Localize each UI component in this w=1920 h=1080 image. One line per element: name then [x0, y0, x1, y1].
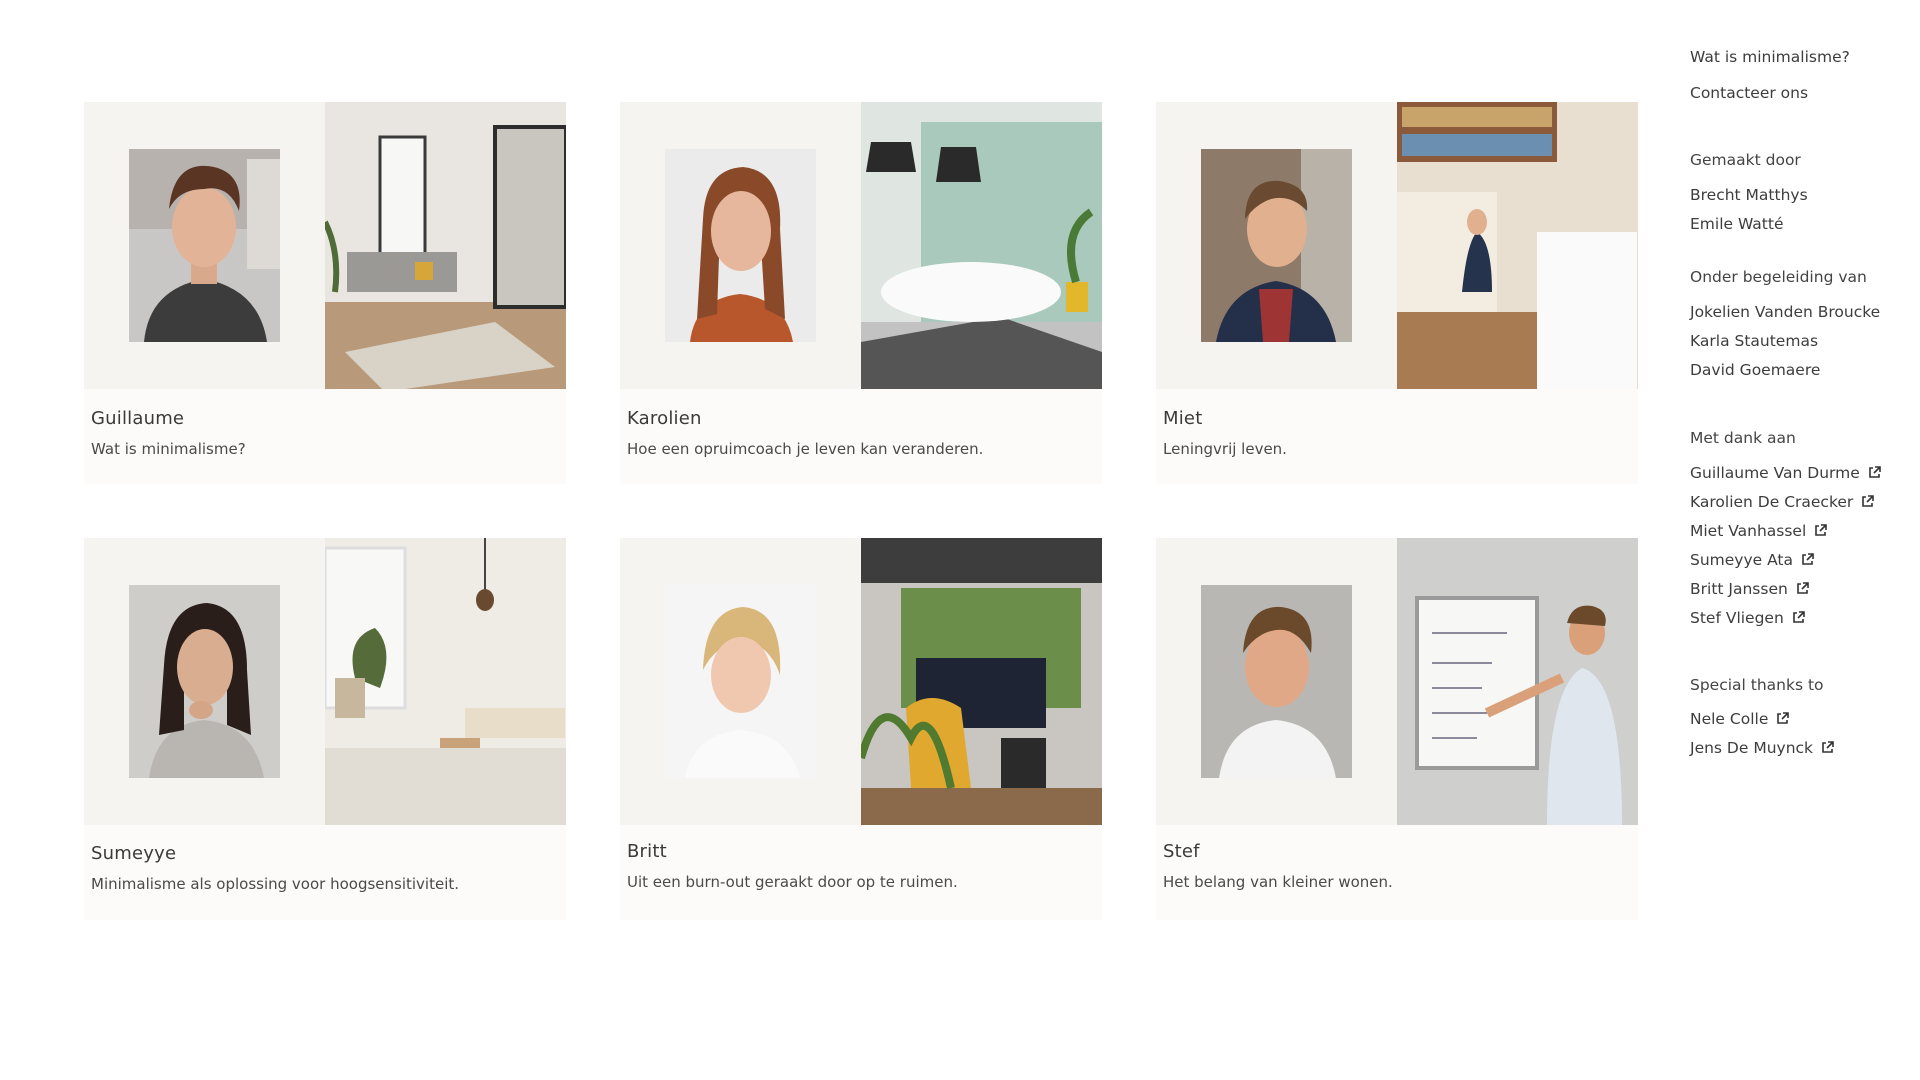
thanks-link-guillaume[interactable]: Guillaume Van Durme: [1690, 464, 1881, 482]
card-subtitle: Minimalisme als oplossing voor hoogsensi…: [91, 875, 460, 893]
card-subtitle: Uit een burn-out geraakt door op te ruim…: [627, 873, 958, 891]
portrait-photo: [129, 585, 280, 778]
external-link-icon: [1792, 611, 1805, 623]
special-link-nele[interactable]: Nele Colle: [1690, 710, 1790, 728]
external-link-icon: [1822, 741, 1834, 753]
portrait-pane: [84, 538, 325, 825]
card-subtitle: Leningvrij leven.: [1163, 440, 1287, 458]
portrait-photo: [665, 585, 816, 778]
portrait-photo: [665, 149, 816, 342]
special-link-jens[interactable]: Jens De Muynck: [1690, 739, 1834, 757]
interview-card-sumeyye[interactable]: Sumeyye Minimalisme als oplossing voor h…: [84, 538, 566, 920]
made-by-name: Emile Watté: [1690, 215, 1784, 233]
thanks-link-britt[interactable]: Britt Janssen: [1690, 580, 1809, 598]
portrait-pane: [1156, 538, 1397, 825]
thanks-link-label: Britt Janssen: [1690, 580, 1788, 598]
card-media: [84, 538, 566, 825]
thanks-link-label: Stef Vliegen: [1690, 609, 1784, 627]
thanks-link-label: Miet Vanhassel: [1690, 522, 1807, 540]
thanks-link-karolien[interactable]: Karolien De Craecker: [1690, 493, 1875, 511]
card-name: Sumeyye: [91, 843, 177, 864]
portrait-photo: [1201, 149, 1352, 342]
external-link-icon: [1868, 466, 1881, 478]
card-media: [84, 102, 566, 389]
thanks-link-sumeyye[interactable]: Sumeyye Ata: [1690, 551, 1814, 569]
external-link-icon: [1862, 495, 1875, 507]
card-media: [620, 102, 1102, 389]
card-media: [620, 538, 1102, 825]
interior-photo: [861, 102, 1102, 389]
card-subtitle: Het belang van kleiner wonen.: [1163, 873, 1393, 891]
guidance-name: Karla Stautemas: [1690, 332, 1819, 350]
interview-card-stef[interactable]: Stef Het belang van kleiner wonen.: [1156, 538, 1638, 920]
portrait-pane: [1156, 102, 1397, 389]
card-subtitle: Wat is minimalisme?: [91, 440, 246, 458]
thanks-link-label: Sumeyye Ata: [1690, 551, 1794, 569]
external-link-icon: [1802, 553, 1814, 565]
interior-photo: [1397, 538, 1638, 825]
special-link-label: Jens De Muynck: [1690, 739, 1814, 757]
portrait-photo: [1201, 585, 1352, 778]
guidance-heading: Onder begeleiding van: [1690, 268, 1867, 286]
external-link-icon: [1797, 582, 1809, 594]
card-name: Karolien: [627, 408, 702, 429]
portrait-pane: [84, 102, 325, 389]
nav-link-wat-is-minimalisme[interactable]: Wat is minimalisme?: [1690, 48, 1850, 66]
card-media: [1156, 538, 1638, 825]
nav-link-contacteer-ons[interactable]: Contacteer ons: [1690, 84, 1808, 102]
card-name: Britt: [627, 841, 667, 862]
thanks-link-miet[interactable]: Miet Vanhassel: [1690, 522, 1828, 540]
interview-grid: Guillaume Wat is minimalisme? Karolien H…: [84, 102, 1638, 962]
portrait-photo: [129, 149, 280, 342]
card-name: Stef: [1163, 841, 1200, 862]
card-subtitle: Hoe een opruimcoach je leven kan verande…: [627, 440, 984, 458]
interior-photo: [325, 102, 566, 389]
thanks-link-label: Karolien De Craecker: [1690, 493, 1854, 511]
external-link-icon: [1777, 712, 1790, 724]
portrait-pane: [620, 538, 861, 825]
guidance-name: David Goemaere: [1690, 361, 1821, 379]
thanks-link-label: Guillaume Van Durme: [1690, 464, 1860, 482]
guidance-name: Jokelien Vanden Broucke: [1690, 303, 1881, 321]
thanks-heading: Met dank aan: [1690, 429, 1796, 447]
external-link-icon: [1815, 524, 1828, 536]
interior-photo: [1397, 102, 1638, 389]
made-by-heading: Gemaakt door: [1690, 151, 1801, 169]
card-media: [1156, 102, 1638, 389]
interview-card-britt[interactable]: Britt Uit een burn-out geraakt door op t…: [620, 538, 1102, 920]
interview-card-karolien[interactable]: Karolien Hoe een opruimcoach je leven ka…: [620, 102, 1102, 484]
special-thanks-heading: Special thanks to: [1690, 676, 1824, 694]
interior-photo: [861, 538, 1102, 825]
made-by-name: Brecht Matthys: [1690, 186, 1808, 204]
special-link-label: Nele Colle: [1690, 710, 1769, 728]
portrait-pane: [620, 102, 861, 389]
thanks-link-stef[interactable]: Stef Vliegen: [1690, 609, 1805, 627]
interior-photo: [325, 538, 566, 825]
interview-card-miet[interactable]: Miet Leningvrij leven.: [1156, 102, 1638, 484]
interview-card-guillaume[interactable]: Guillaume Wat is minimalisme?: [84, 102, 566, 484]
card-name: Guillaume: [91, 408, 185, 429]
card-name: Miet: [1163, 408, 1203, 429]
